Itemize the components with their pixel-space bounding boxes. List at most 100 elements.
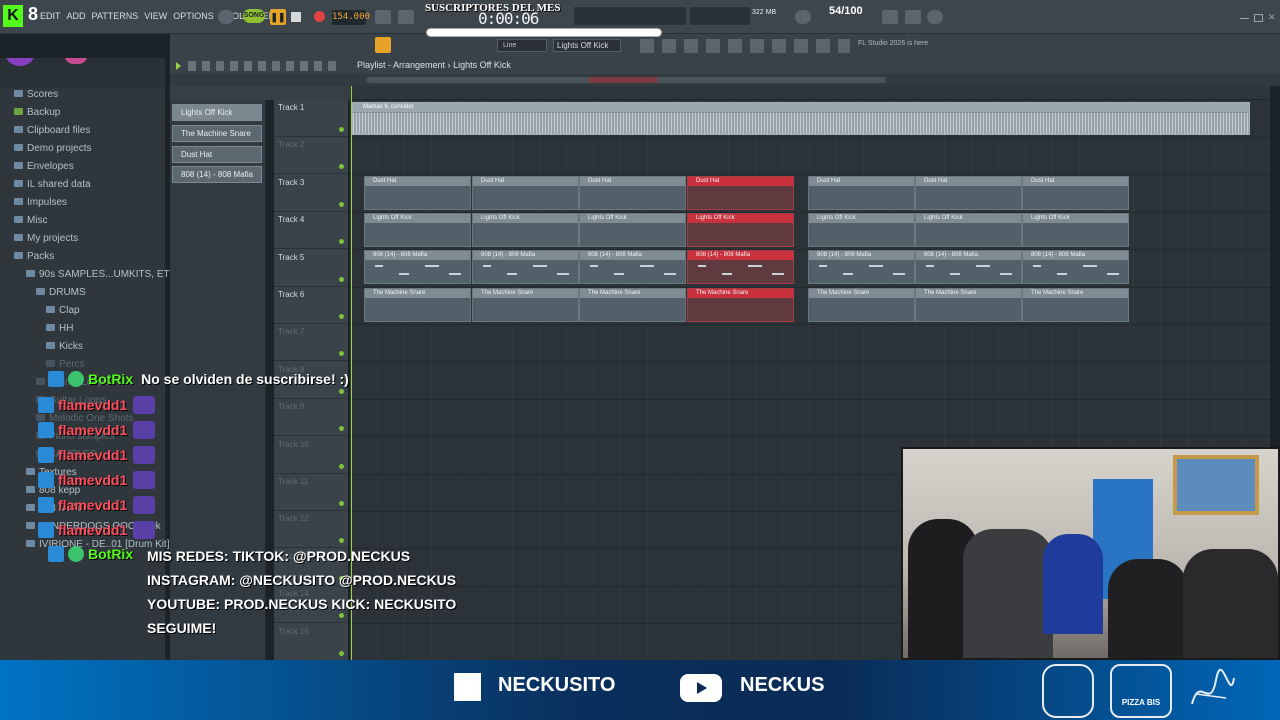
- track-led-icon[interactable]: [339, 164, 344, 170]
- pattern-clip[interactable]: The Machine Snare: [364, 288, 471, 322]
- pattern-clip[interactable]: Dust Hat: [472, 176, 579, 210]
- browser-item[interactable]: Clap: [46, 302, 80, 320]
- browser-item[interactable]: My projects: [14, 230, 78, 248]
- record-button[interactable]: [314, 11, 325, 22]
- menu-edit[interactable]: EDIT: [40, 11, 61, 21]
- browser-item[interactable]: 90s SAMPLES...UMKITS, ETC: [26, 266, 177, 284]
- playlist-tools-icons[interactable]: [188, 61, 338, 71]
- track-header[interactable]: Track 5: [274, 250, 348, 287]
- current-pattern-select[interactable]: Lights Off Kick: [553, 39, 621, 52]
- pattern-clip[interactable]: 808 (14) - 808 Mafia: [472, 250, 579, 284]
- track-led-icon[interactable]: [339, 127, 344, 132]
- chat-username: flamevdd1: [58, 397, 128, 413]
- chat-icon[interactable]: [927, 10, 943, 24]
- metronome-icon[interactable]: [375, 10, 391, 24]
- pattern-clip[interactable]: 808 (14) - 808 Mafia: [915, 250, 1022, 284]
- pattern-clip[interactable]: 808 (14) - 808 Mafia: [579, 250, 686, 284]
- pattern-clip[interactable]: Dust Hat: [579, 176, 686, 210]
- save-icon[interactable]: [882, 10, 898, 24]
- picker-item[interactable]: Dust Hat: [172, 146, 262, 163]
- clip-title: The Machine Snare: [809, 289, 914, 298]
- pattern-clip[interactable]: Lights Off Kick: [1022, 213, 1129, 247]
- browser-item-label: HH: [59, 323, 74, 334]
- maximize-icon[interactable]: [1254, 14, 1263, 22]
- stop-button[interactable]: [291, 12, 301, 22]
- menu-patterns[interactable]: PATTERNS: [92, 11, 139, 21]
- waveform-monitor: [574, 7, 686, 25]
- memory-label: 322 MB: [752, 9, 777, 16]
- pattern-clip[interactable]: Dust Hat: [1022, 176, 1129, 210]
- news-ticker[interactable]: FL Studio 2026 is here: [858, 40, 928, 47]
- browser-item[interactable]: Kicks: [46, 338, 83, 356]
- pattern-clip[interactable]: Lights Off Kick: [472, 213, 579, 247]
- track-header[interactable]: Track 3: [274, 175, 348, 212]
- browser-item[interactable]: Scores: [14, 86, 58, 104]
- pattern-clip[interactable]: Lights Off Kick: [915, 213, 1022, 247]
- pattern-clip[interactable]: Dust Hat: [808, 176, 915, 210]
- minimize-icon[interactable]: [1240, 14, 1249, 19]
- browser-item[interactable]: Backup: [14, 104, 60, 122]
- audio-clip-track-1[interactable]: Mamas 6. consider: [352, 102, 1250, 135]
- menu-view[interactable]: VIEW: [144, 11, 167, 21]
- play-pause-button[interactable]: ❚❚: [270, 9, 286, 25]
- mixer-icon[interactable]: [905, 10, 921, 24]
- close-icon[interactable]: ✕: [1268, 14, 1277, 23]
- track-led-icon[interactable]: [339, 239, 344, 245]
- menu-add[interactable]: ADD: [67, 11, 86, 21]
- undo-history-icon[interactable]: [795, 10, 811, 24]
- browser-item[interactable]: DRUMS: [36, 284, 86, 302]
- breadcrumb-pattern[interactable]: Lights Off Kick: [453, 60, 511, 70]
- track-header[interactable]: Track 2: [274, 137, 348, 175]
- track-header[interactable]: Track 4: [274, 212, 348, 250]
- track-led-icon[interactable]: [339, 314, 344, 319]
- picker-item[interactable]: 808 (14) - 808 Mafia: [172, 166, 262, 183]
- pattern-clip[interactable]: The Machine Snare: [915, 288, 1022, 322]
- pattern-clip[interactable]: Lights Off Kick: [579, 213, 686, 247]
- pattern-clip[interactable]: The Machine Snare: [808, 288, 915, 322]
- browser-item[interactable]: HH: [46, 320, 73, 338]
- track-header[interactable]: Track 6: [274, 287, 348, 324]
- pattern-clip[interactable]: Lights Off Kick: [364, 213, 471, 247]
- master-pitch-knob-icon[interactable]: [218, 10, 234, 24]
- breadcrumb-playlist[interactable]: Playlist - Arrangement: [357, 60, 445, 70]
- song-mode-button[interactable]: SONG: [243, 9, 265, 23]
- browser-item[interactable]: Clipboard files: [14, 122, 90, 140]
- track-header[interactable]: Track 7: [274, 324, 348, 362]
- browser-item[interactable]: IL shared data: [14, 176, 91, 194]
- pattern-clip[interactable]: Lights Off Kick: [808, 213, 915, 247]
- pattern-clip[interactable]: The Machine Snare: [579, 288, 686, 322]
- folder-icon: [26, 270, 35, 277]
- pattern-clip[interactable]: Dust Hat: [364, 176, 471, 210]
- playlist-play-icon[interactable]: [176, 62, 184, 70]
- track-header[interactable]: Track 1: [274, 100, 348, 137]
- pattern-clip[interactable]: Dust Hat: [687, 176, 794, 210]
- browser-item-label: My projects: [27, 233, 79, 244]
- pattern-clip[interactable]: 808 (14) - 808 Mafia: [364, 250, 471, 284]
- browser-item[interactable]: Misc: [14, 212, 48, 230]
- track-label: Track 1: [278, 103, 305, 112]
- pattern-clip[interactable]: 808 (14) - 808 Mafia: [687, 250, 794, 284]
- pattern-clip[interactable]: 808 (14) - 808 Mafia: [1022, 250, 1129, 284]
- browser-item[interactable]: Demo projects: [14, 140, 91, 158]
- tempo-display[interactable]: 154.000: [332, 10, 370, 25]
- track-led-icon[interactable]: [339, 351, 344, 357]
- pattern-clip[interactable]: 808 (14) - 808 Mafia: [808, 250, 915, 284]
- menu-options[interactable]: OPTIONS: [173, 11, 214, 21]
- browser-item[interactable]: Impulses: [14, 194, 67, 212]
- browser-item[interactable]: Packs: [14, 248, 54, 266]
- timeline-ruler[interactable]: [350, 86, 1270, 100]
- picker-item[interactable]: Lights Off Kick: [172, 104, 262, 121]
- pattern-clip[interactable]: Dust Hat: [915, 176, 1022, 210]
- wait-input-icon[interactable]: [398, 10, 414, 24]
- picker-item[interactable]: The Machine Snare: [172, 125, 262, 142]
- pattern-clip[interactable]: The Machine Snare: [472, 288, 579, 322]
- track-led-icon[interactable]: [339, 201, 344, 207]
- playlist-toolbar-icon[interactable]: [375, 37, 391, 53]
- track-led-icon[interactable]: [339, 276, 344, 282]
- pattern-clip[interactable]: The Machine Snare: [1022, 288, 1129, 322]
- pattern-clip[interactable]: The Machine Snare: [687, 288, 794, 322]
- browser-item[interactable]: Envelopes: [14, 158, 74, 176]
- window-shortcut-icons[interactable]: [640, 39, 850, 53]
- snap-mode-select[interactable]: Line: [497, 39, 547, 52]
- pattern-clip[interactable]: Lights Off Kick: [687, 213, 794, 247]
